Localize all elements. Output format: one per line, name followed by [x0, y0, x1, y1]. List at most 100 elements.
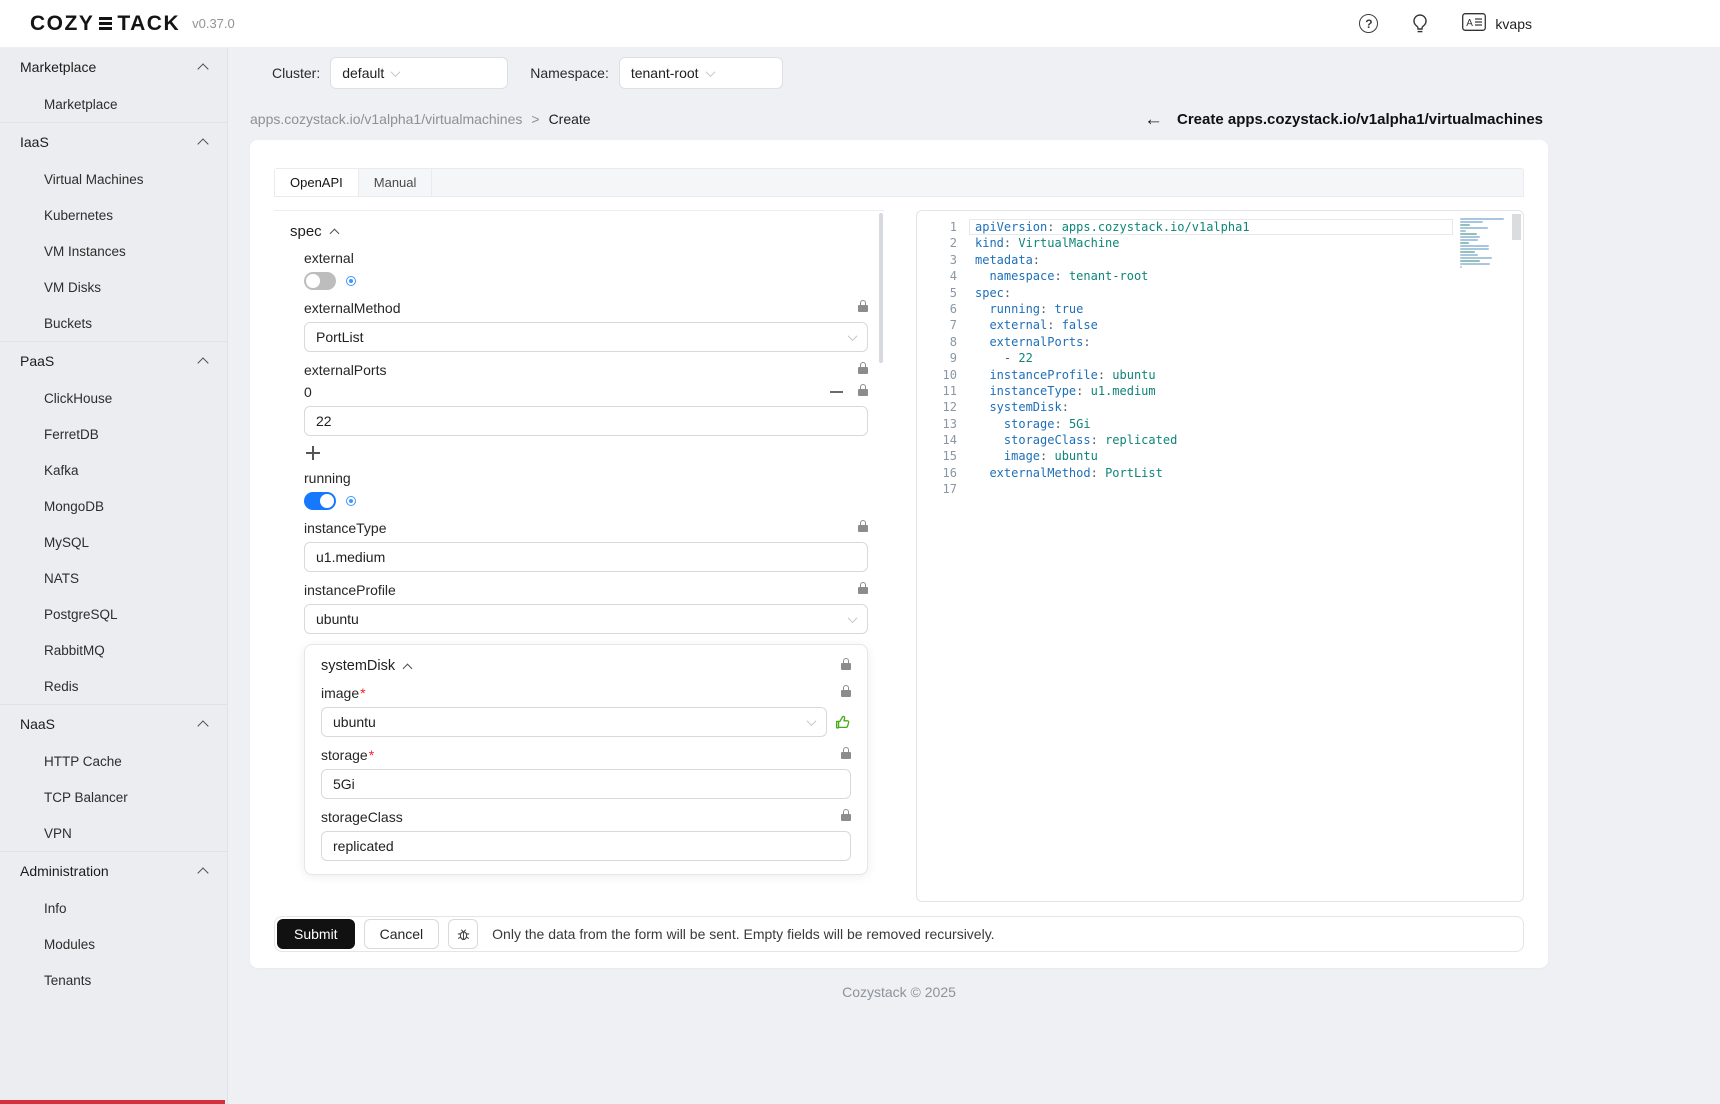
code-line[interactable]: 14 storageClass: replicated	[917, 432, 1523, 448]
sidebar-item-http-cache[interactable]: HTTP Cache	[0, 743, 227, 779]
breadcrumb-current: Create	[549, 111, 591, 127]
code-line[interactable]: 8 externalPorts:	[917, 334, 1523, 350]
externalMethod-select[interactable]: PortList	[304, 322, 868, 352]
topbar: COZY TACK v0.37.0 A kvaps	[0, 0, 1720, 48]
lock-icon[interactable]	[841, 690, 851, 697]
tab-manual[interactable]: Manual	[359, 169, 433, 196]
breadcrumb-separator: >	[531, 111, 539, 127]
port-item-index: 0	[304, 384, 312, 400]
code-line[interactable]: 2kind: VirtualMachine	[917, 235, 1523, 251]
sidebar-item-mysql[interactable]: MySQL	[0, 524, 227, 560]
code-line[interactable]: 11 instanceType: u1.medium	[917, 383, 1523, 399]
sidebar-item-clickhouse[interactable]: ClickHouse	[0, 380, 227, 416]
theme-bulb-icon[interactable]	[1412, 14, 1428, 34]
code-line[interactable]: 12 systemDisk:	[917, 399, 1523, 415]
code-line[interactable]: 3metadata:	[917, 252, 1523, 268]
sidebar-section-paas[interactable]: PaaS	[0, 342, 227, 380]
code-line[interactable]: 4 namespace: tenant-root	[917, 268, 1523, 284]
sidebar-item-label: MongoDB	[44, 499, 104, 514]
sidebar-item-vm-disks[interactable]: VM Disks	[0, 269, 227, 305]
sidebar-item-mongodb[interactable]: MongoDB	[0, 488, 227, 524]
sidebar-section-administration[interactable]: Administration	[0, 852, 227, 890]
systemDisk-section-header[interactable]: systemDisk	[321, 658, 851, 674]
code-line[interactable]: 1apiVersion: apps.cozystack.io/v1alpha1	[917, 219, 1523, 235]
editor-scrollbar[interactable]	[1512, 214, 1521, 240]
cluster-select[interactable]: default	[330, 57, 508, 89]
thumbs-up-icon[interactable]	[834, 714, 851, 731]
lock-icon[interactable]	[858, 389, 868, 396]
required-mark: *	[360, 685, 365, 701]
back-arrow-icon[interactable]	[1144, 110, 1163, 129]
cancel-button[interactable]: Cancel	[364, 919, 440, 949]
sidebar-item-vpn[interactable]: VPN	[0, 815, 227, 851]
submit-button[interactable]: Submit	[277, 919, 355, 949]
user-menu[interactable]: A kvaps	[1462, 13, 1532, 34]
code-line[interactable]: 17	[917, 481, 1523, 497]
namespace-select[interactable]: tenant-root	[619, 57, 783, 89]
code-line[interactable]: 6 running: true	[917, 301, 1523, 317]
code-line[interactable]: 15 image: ubuntu	[917, 448, 1523, 464]
sidebar-item-tcp-balancer[interactable]: TCP Balancer	[0, 779, 227, 815]
running-toggle[interactable]	[304, 492, 336, 510]
editor-minimap[interactable]	[1460, 218, 1510, 268]
debug-button[interactable]	[448, 919, 478, 949]
add-port-button[interactable]	[306, 446, 320, 460]
code-line[interactable]: 10 instanceProfile: ubuntu	[917, 367, 1523, 383]
code-text: kind: VirtualMachine	[975, 235, 1120, 251]
code-line[interactable]: 5spec:	[917, 285, 1523, 301]
sidebar-item-ferretdb[interactable]: FerretDB	[0, 416, 227, 452]
external-label: external	[304, 250, 354, 266]
breadcrumb-row: apps.cozystack.io/v1alpha1/virtualmachin…	[228, 98, 1720, 140]
code-line[interactable]: 16 externalMethod: PortList	[917, 465, 1523, 481]
sidebar-item-rabbitmq[interactable]: RabbitMQ	[0, 632, 227, 668]
sidebar-item-redis[interactable]: Redis	[0, 668, 227, 704]
lock-icon[interactable]	[858, 525, 868, 532]
sidebar-item-kubernetes[interactable]: Kubernetes	[0, 197, 227, 233]
minimap-line	[1460, 242, 1469, 244]
sidebar-item-kafka[interactable]: Kafka	[0, 452, 227, 488]
sidebar-item-modules[interactable]: Modules	[0, 926, 227, 962]
chevron-up-icon	[197, 867, 208, 878]
instanceType-input[interactable]	[304, 542, 868, 572]
sidebar-sections: MarketplaceMarketplaceIaaSVirtual Machin…	[0, 48, 227, 998]
remove-port-button[interactable]	[830, 391, 843, 393]
spec-section-header[interactable]: spec	[290, 223, 868, 240]
app-logo[interactable]: COZY TACK	[30, 12, 180, 36]
sidebar-section-marketplace[interactable]: Marketplace	[0, 48, 227, 86]
sidebar-item-nats[interactable]: NATS	[0, 560, 227, 596]
sidebar-item-tenants[interactable]: Tenants	[0, 962, 227, 998]
lock-icon[interactable]	[858, 367, 868, 374]
lock-icon[interactable]	[858, 587, 868, 594]
storageClass-input[interactable]	[321, 831, 851, 861]
line-number: 10	[917, 367, 957, 383]
sidebar-item-postgresql[interactable]: PostgreSQL	[0, 596, 227, 632]
sidebar-item-virtual-machines[interactable]: Virtual Machines	[0, 161, 227, 197]
help-icon[interactable]	[1359, 14, 1378, 33]
lock-icon[interactable]	[858, 305, 868, 312]
logo-text-suffix: TACK	[117, 12, 180, 36]
lock-icon[interactable]	[841, 752, 851, 759]
code-line[interactable]: 13 storage: 5Gi	[917, 416, 1523, 432]
sidebar-item-info[interactable]: Info	[0, 890, 227, 926]
minimap-line	[1460, 227, 1488, 229]
lock-icon[interactable]	[841, 663, 851, 670]
code-text: namespace: tenant-root	[975, 268, 1148, 284]
form-scrollbar[interactable]	[879, 213, 883, 363]
storage-input[interactable]	[321, 769, 851, 799]
image-select[interactable]: ubuntu	[321, 707, 827, 737]
sidebar-item-marketplace[interactable]: Marketplace	[0, 86, 227, 122]
external-toggle[interactable]	[304, 272, 336, 290]
breadcrumb-path[interactable]: apps.cozystack.io/v1alpha1/virtualmachin…	[250, 111, 522, 127]
sidebar-section-iaas[interactable]: IaaS	[0, 123, 227, 161]
code-line[interactable]: 9 - 22	[917, 350, 1523, 366]
sidebar-section-naas[interactable]: NaaS	[0, 705, 227, 743]
port-input[interactable]	[304, 406, 868, 436]
tab-openapi[interactable]: OpenAPI	[275, 169, 359, 196]
code-line[interactable]: 7 external: false	[917, 317, 1523, 333]
lock-icon[interactable]	[841, 814, 851, 821]
sidebar-section: MarketplaceMarketplace	[0, 48, 227, 122]
instanceProfile-select[interactable]: ubuntu	[304, 604, 868, 634]
sidebar-item-vm-instances[interactable]: VM Instances	[0, 233, 227, 269]
yaml-editor[interactable]: 1apiVersion: apps.cozystack.io/v1alpha12…	[916, 210, 1524, 902]
sidebar-item-buckets[interactable]: Buckets	[0, 305, 227, 341]
